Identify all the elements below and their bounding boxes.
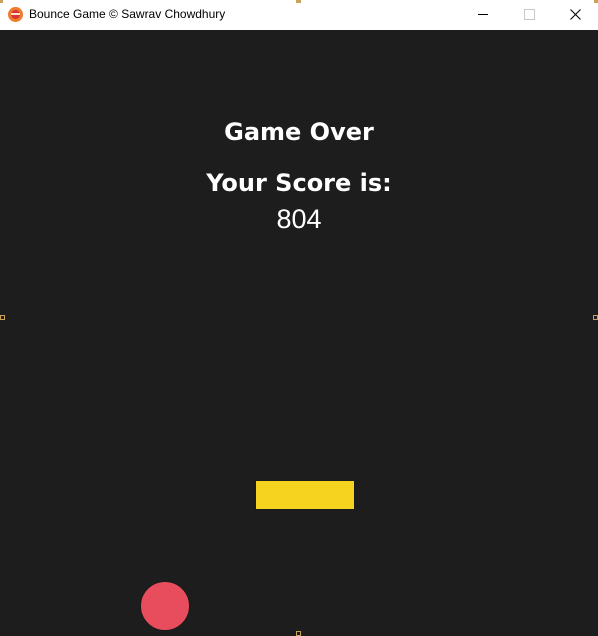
minimize-button[interactable]	[460, 0, 506, 30]
resize-handle-left[interactable]	[0, 315, 5, 320]
paddle	[255, 480, 355, 510]
resize-handle-top[interactable]	[296, 0, 301, 3]
resize-handle-bottom[interactable]	[296, 631, 301, 636]
window-title: Bounce Game © Sawrav Chowdhury	[29, 7, 226, 21]
maximize-button[interactable]	[506, 0, 552, 30]
score-value: 804	[276, 204, 322, 234]
close-icon	[570, 9, 581, 20]
game-canvas[interactable]: Game Over Your Score is: 804	[0, 30, 598, 636]
resize-handle-top-right[interactable]	[594, 0, 598, 3]
game-window: Bounce Game © Sawrav Chowdhury Game Over…	[0, 0, 598, 636]
resize-handle-top-left[interactable]	[0, 0, 3, 3]
resize-handle-right[interactable]	[593, 315, 598, 320]
score-label: Your Score is:	[206, 169, 392, 197]
bounce-app-icon	[8, 7, 23, 22]
game-over-heading: Game Over	[224, 118, 374, 146]
minimize-icon	[478, 14, 488, 15]
title-bar[interactable]: Bounce Game © Sawrav Chowdhury	[0, 0, 598, 30]
close-button[interactable]	[552, 0, 598, 30]
maximize-icon	[524, 9, 535, 20]
ball	[140, 581, 190, 631]
